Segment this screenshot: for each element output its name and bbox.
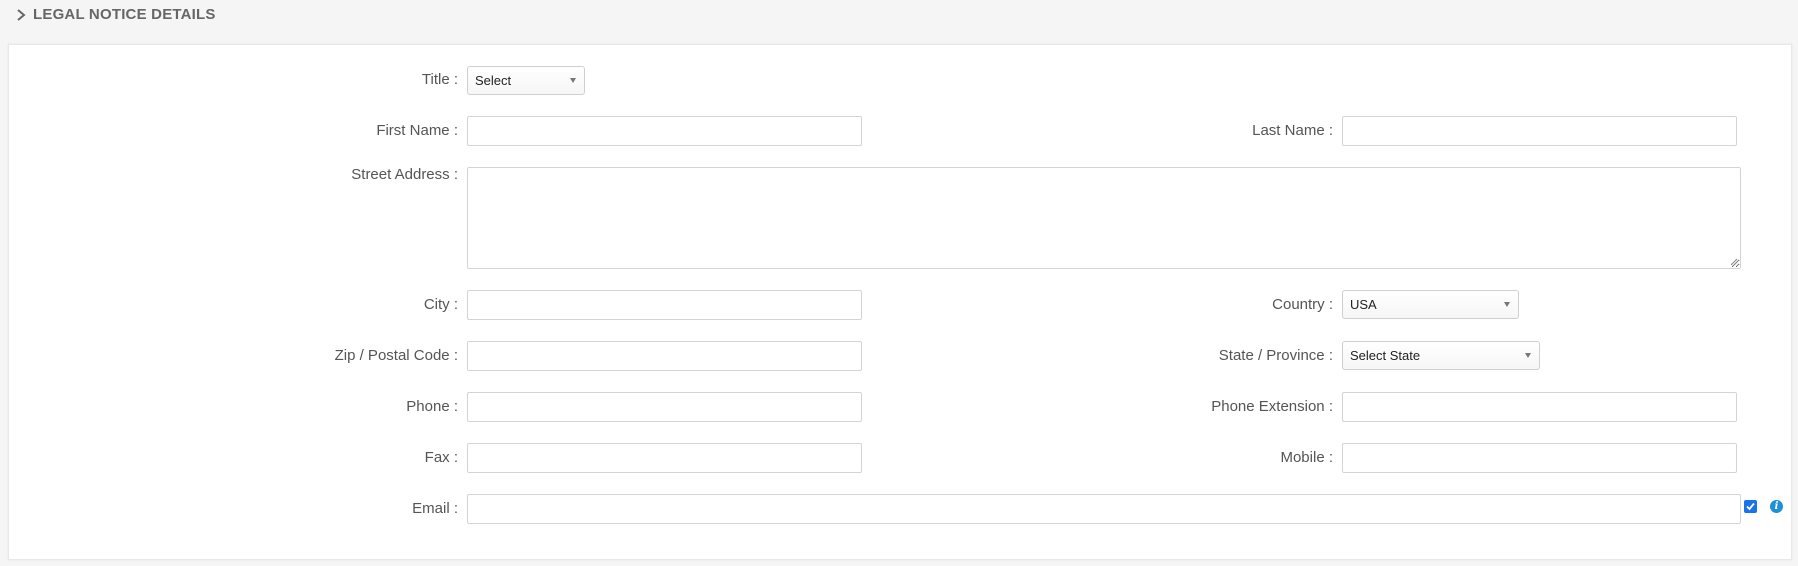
country-label: Country : bbox=[1272, 296, 1333, 313]
phone-extension-field[interactable] bbox=[1342, 392, 1737, 422]
last-name-input[interactable] bbox=[1343, 117, 1736, 145]
title-label: Title : bbox=[421, 71, 458, 88]
title-select-value: Select bbox=[475, 73, 512, 88]
fax-label: Fax : bbox=[424, 449, 458, 466]
zip-label: Zip / Postal Code : bbox=[334, 347, 458, 364]
state-select[interactable]: Select State bbox=[1342, 341, 1540, 370]
dropdown-arrow-icon bbox=[1525, 353, 1531, 358]
last-name-label: Last Name : bbox=[1252, 122, 1333, 139]
phone-extension-label: Phone Extension : bbox=[1211, 398, 1333, 415]
city-field[interactable] bbox=[467, 290, 862, 320]
first-name-field[interactable] bbox=[467, 116, 862, 146]
state-label: State / Province : bbox=[1218, 347, 1333, 364]
country-select-value: USA bbox=[1350, 297, 1377, 312]
email-field[interactable] bbox=[467, 494, 1741, 524]
street-address-field[interactable] bbox=[467, 167, 1741, 269]
info-icon[interactable]: i bbox=[1770, 500, 1783, 513]
section-header[interactable]: LEGAL NOTICE DETAILS bbox=[0, 0, 1798, 32]
checkmark-icon bbox=[1746, 502, 1755, 511]
zip-field[interactable] bbox=[467, 341, 862, 371]
zip-input[interactable] bbox=[468, 342, 861, 370]
mobile-label: Mobile : bbox=[1280, 449, 1333, 466]
resize-grip-icon[interactable] bbox=[1730, 258, 1738, 266]
email-label: Email : bbox=[412, 500, 458, 517]
email-input[interactable] bbox=[468, 495, 1740, 523]
phone-extension-input[interactable] bbox=[1343, 393, 1736, 421]
state-select-value: Select State bbox=[1350, 348, 1421, 363]
city-input[interactable] bbox=[468, 291, 861, 319]
mobile-field[interactable] bbox=[1342, 443, 1737, 473]
phone-label: Phone : bbox=[406, 398, 458, 415]
phone-field[interactable] bbox=[467, 392, 862, 422]
fax-input[interactable] bbox=[468, 444, 861, 472]
fax-field[interactable] bbox=[467, 443, 862, 473]
last-name-field[interactable] bbox=[1342, 116, 1737, 146]
email-checkbox[interactable] bbox=[1744, 500, 1757, 513]
dropdown-arrow-icon bbox=[1504, 302, 1510, 307]
first-name-input[interactable] bbox=[468, 117, 861, 145]
street-address-input[interactable] bbox=[468, 168, 1740, 268]
dropdown-arrow-icon bbox=[570, 78, 576, 83]
phone-input[interactable] bbox=[468, 393, 861, 421]
first-name-label: First Name : bbox=[376, 122, 458, 139]
section-title: LEGAL NOTICE DETAILS bbox=[33, 6, 216, 23]
title-select[interactable]: Select bbox=[467, 66, 585, 95]
mobile-input[interactable] bbox=[1343, 444, 1736, 472]
street-address-label: Street Address : bbox=[351, 166, 458, 183]
chevron-right-icon[interactable] bbox=[14, 8, 28, 22]
city-label: City : bbox=[423, 296, 458, 313]
country-select[interactable]: USA bbox=[1342, 290, 1519, 319]
